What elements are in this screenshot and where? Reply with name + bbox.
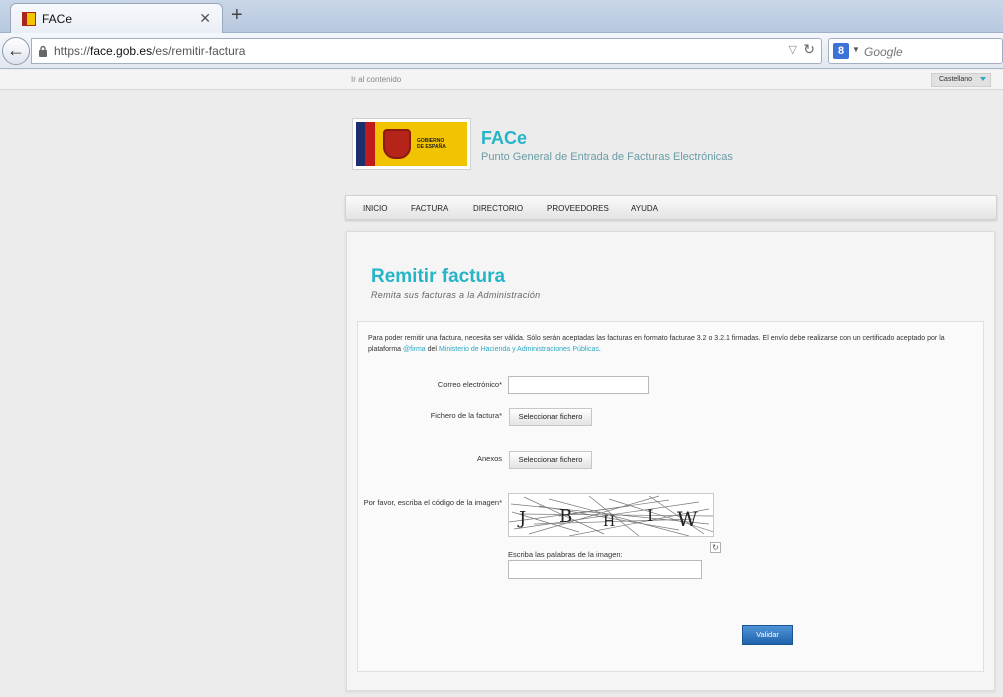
logo-text: GOBIERNO DE ESPAÑA — [417, 138, 446, 150]
validar-button[interactable]: Validar — [742, 625, 793, 645]
page-title: Remitir factura — [371, 266, 506, 287]
menu-item-proveedores[interactable]: PROVEEDORES — [547, 204, 609, 213]
site-subtitle: Punto General de Entrada de Facturas Ele… — [481, 151, 733, 163]
lock-icon — [39, 45, 47, 57]
url-bar[interactable]: https://face.gob.es/es/remitir-factura ▽… — [31, 38, 822, 64]
page-subtitle: Remita sus facturas a la Administración — [371, 290, 541, 300]
url-dropdown-icon[interactable]: ▽ — [789, 43, 797, 56]
captcha-letter: W — [677, 507, 698, 531]
gobierno-logo[interactable]: GOBIERNO DE ESPAÑA — [352, 118, 471, 170]
email-label: Correo electrónico* — [437, 380, 502, 389]
chevron-down-icon — [980, 77, 986, 81]
site-top-strip: Ir al contenido Castellano — [0, 70, 1003, 90]
reload-icon[interactable]: ↻ — [803, 41, 815, 58]
search-engine-icon[interactable]: 8 — [833, 43, 849, 59]
captcha-letter: I — [647, 506, 653, 525]
close-icon[interactable]: ✕ — [199, 10, 211, 27]
captcha-letter: J — [517, 508, 526, 529]
language-select[interactable]: Castellano — [931, 73, 991, 87]
back-arrow-icon[interactable]: ← — [2, 37, 30, 65]
ministerio-link[interactable]: Ministerio de Hacienda y Administracione… — [439, 346, 599, 353]
email-field[interactable] — [508, 376, 649, 394]
menu-item-inicio[interactable]: INICIO — [363, 204, 387, 213]
captcha-noise: J B H I W — [509, 495, 713, 536]
captcha-letter: H — [603, 514, 615, 530]
site-favicon-icon — [22, 12, 36, 26]
captcha-input[interactable] — [508, 560, 702, 579]
chevron-down-icon[interactable]: ▼ — [852, 45, 860, 54]
menu-item-directorio[interactable]: DIRECTORIO — [473, 204, 523, 213]
browser-tab-bar: FACe ✕ + — [0, 0, 1003, 34]
captcha-letter: B — [559, 506, 572, 527]
captcha-input-label: Escriba las palabras de la imagen: — [508, 550, 623, 559]
menu-item-ayuda[interactable]: AYUDA — [631, 204, 658, 213]
plus-icon[interactable]: + — [231, 4, 243, 27]
firma-link[interactable]: @firma — [403, 346, 426, 353]
tab-title: FACe — [42, 12, 73, 26]
refresh-icon[interactable]: ↻ — [710, 542, 721, 553]
invoice-file-label: Fichero de la factura* — [430, 411, 502, 420]
attachments-label: Anexos — [476, 454, 502, 463]
browser-tab[interactable]: FACe ✕ — [10, 3, 223, 34]
captcha-image: J B H I W — [508, 493, 714, 537]
attachments-button[interactable]: Seleccionar fichero — [509, 451, 592, 469]
captcha-label: Por favor, escriba el código de la image… — [363, 498, 502, 507]
skip-to-content-link[interactable]: Ir al contenido — [351, 75, 401, 84]
main-menu: INICIO FACTURA DIRECTORIO PROVEEDORES AY… — [345, 195, 997, 220]
browser-nav-bar: ← https://face.gob.es/es/remitir-factura… — [0, 33, 1003, 69]
language-select-value: Castellano — [939, 76, 973, 83]
intro-text: Para poder remitir una factura, necesita… — [368, 335, 945, 353]
coat-of-arms-icon — [383, 129, 411, 159]
menu-item-factura[interactable]: FACTURA — [411, 204, 448, 213]
invoice-file-button[interactable]: Seleccionar fichero — [509, 408, 592, 426]
site-title[interactable]: FACe — [481, 128, 527, 149]
url-text: https://face.gob.es/es/remitir-factura — [54, 44, 246, 58]
search-input[interactable]: Google — [864, 45, 903, 59]
search-bar[interactable]: 8 ▼ Google — [828, 38, 1003, 64]
